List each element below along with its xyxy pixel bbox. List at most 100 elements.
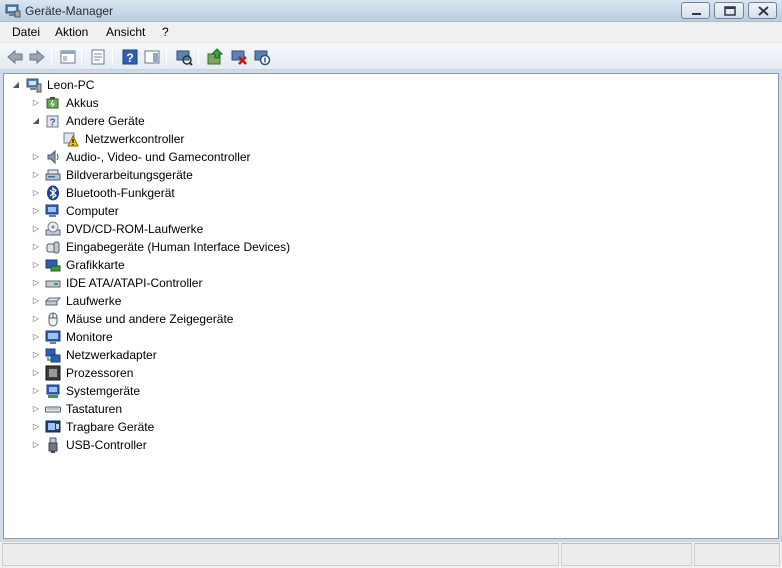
tree-item-eingabegeraete[interactable]: ▷ Eingabegeräte (Human Interface Devices…: [4, 238, 778, 256]
tree-item-ide[interactable]: ▷ IDE ATA/ATAPI-Controller: [4, 274, 778, 292]
tree-item-label: Grafikkarte: [66, 258, 125, 272]
tree-item-maeuse[interactable]: ▷ Mäuse und andere Zeigegeräte: [4, 310, 778, 328]
action-pane-icon[interactable]: [143, 48, 161, 66]
keyboard-icon: [45, 401, 61, 417]
forward-icon[interactable]: [28, 48, 46, 66]
tree-item-label: Bildverarbeitungsgeräte: [66, 168, 193, 182]
tree-item-label: Laufwerke: [66, 294, 122, 308]
tree-item-dvd[interactable]: ▷ DVD/CD-ROM-Laufwerke: [4, 220, 778, 238]
help-icon[interactable]: ?: [121, 48, 139, 66]
collapse-arrow-icon[interactable]: ◢: [11, 76, 21, 94]
expand-arrow-icon[interactable]: ▷: [31, 382, 41, 400]
tree-item-label: Systemgeräte: [66, 384, 141, 398]
close-button[interactable]: [748, 2, 777, 19]
tree-item-label: Prozessoren: [66, 366, 134, 380]
scanner-icon: [45, 167, 61, 183]
usb-icon: [45, 437, 61, 453]
expand-arrow-icon[interactable]: ▷: [31, 166, 41, 184]
mouse-icon: [45, 311, 61, 327]
back-icon[interactable]: [6, 48, 24, 66]
tree-item-label: Audio-, Video- und Gamecontroller: [66, 150, 251, 164]
tree-item-label: Bluetooth-Funkgerät: [66, 186, 175, 200]
tree-item-systemgeraete[interactable]: ▷ Systemgeräte: [4, 382, 778, 400]
properties-icon[interactable]: [89, 48, 107, 66]
tree-item-label: Akkus: [66, 96, 99, 110]
toolbar-separator: [81, 48, 82, 65]
tree-item-andere-geraete[interactable]: ◢ ? Andere Geräte: [4, 112, 778, 130]
system-device-icon: [45, 383, 61, 399]
expand-arrow-icon[interactable]: ▷: [31, 346, 41, 364]
tree-item-monitore[interactable]: ▷ Monitore: [4, 328, 778, 346]
expand-arrow-icon[interactable]: ▷: [31, 148, 41, 166]
computer-icon: [26, 77, 42, 93]
dvd-drive-icon: [45, 221, 61, 237]
tree-item-netzwerkcontroller[interactable]: Netzwerkcontroller: [4, 130, 778, 148]
expand-arrow-icon[interactable]: ▷: [31, 364, 41, 382]
collapse-arrow-icon[interactable]: ◢: [31, 112, 41, 130]
tree-item-label: Tastaturen: [66, 402, 123, 416]
expand-arrow-icon[interactable]: ▷: [31, 220, 41, 238]
toolbar-separator: [112, 48, 113, 65]
tree-item-audio[interactable]: ▷ Audio-, Video- und Gamecontroller: [4, 148, 778, 166]
expand-arrow-icon[interactable]: ▷: [31, 418, 41, 436]
expand-arrow-icon[interactable]: ▷: [31, 274, 41, 292]
monitor-icon: [45, 329, 61, 345]
menu-bar: Datei Aktion Ansicht ?: [0, 22, 782, 43]
tree-item-label: Computer: [66, 204, 119, 218]
toolbar-separator: [198, 48, 199, 65]
tree-item-label: Tragbare Geräte: [66, 420, 155, 434]
expand-arrow-icon[interactable]: ▷: [31, 94, 41, 112]
expand-arrow-icon[interactable]: ▷: [31, 292, 41, 310]
tree-item-label: Mäuse und andere Zeigegeräte: [66, 312, 234, 326]
expand-arrow-icon[interactable]: ▷: [31, 310, 41, 328]
tree-root-leon-pc[interactable]: ◢ Leon-PC: [4, 76, 778, 94]
tree-item-tragbare-geraete[interactable]: ▷ Tragbare Geräte: [4, 418, 778, 436]
tree-item-label: Netzwerkcontroller: [85, 132, 185, 146]
tree-item-tastaturen[interactable]: ▷ Tastaturen: [4, 400, 778, 418]
tree-item-netzwerkadapter[interactable]: ▷ Netzwerkadapter: [4, 346, 778, 364]
maximize-button[interactable]: [714, 2, 744, 19]
minimize-button[interactable]: [681, 2, 710, 19]
disable-icon[interactable]: [253, 48, 271, 66]
menu-ansicht[interactable]: Ansicht: [106, 25, 145, 39]
disk-drive-icon: [44, 293, 62, 309]
device-tree[interactable]: ◢ Leon-PC ▷ Akkus ◢ ? Andere Geräte Netz…: [3, 73, 779, 539]
unknown-device-icon: ?: [45, 113, 61, 129]
uninstall-icon[interactable]: [230, 48, 248, 66]
menu-help[interactable]: ?: [162, 25, 169, 39]
tree-item-akkus[interactable]: ▷ Akkus: [4, 94, 778, 112]
expand-arrow-icon[interactable]: ▷: [31, 256, 41, 274]
tree-item-grafikkarte[interactable]: ▷ Grafikkarte: [4, 256, 778, 274]
expand-arrow-icon[interactable]: ▷: [31, 436, 41, 454]
hid-icon: [45, 239, 61, 255]
menu-aktion[interactable]: Aktion: [55, 25, 88, 39]
battery-icon: [45, 95, 61, 111]
portable-device-icon: [45, 419, 61, 435]
status-pane-main: [2, 543, 559, 566]
bluetooth-icon: [45, 185, 61, 201]
speaker-icon: [45, 149, 61, 165]
menu-datei[interactable]: Datei: [12, 25, 40, 39]
tree-root-label: Leon-PC: [47, 78, 95, 92]
title-bar[interactable]: Geräte-Manager: [0, 0, 782, 22]
tree-item-bildverarbeitung[interactable]: ▷ Bildverarbeitungsgeräte: [4, 166, 778, 184]
tree-item-computer[interactable]: ▷ Computer: [4, 202, 778, 220]
tree-item-prozessoren[interactable]: ▷ Prozessoren: [4, 364, 778, 382]
tree-item-label: Netzwerkadapter: [66, 348, 157, 362]
console-tree-icon[interactable]: [59, 48, 77, 66]
tree-item-laufwerke[interactable]: ▷ Laufwerke: [4, 292, 778, 310]
expand-arrow-icon[interactable]: ▷: [31, 238, 41, 256]
expand-arrow-icon[interactable]: ▷: [31, 202, 41, 220]
update-driver-icon[interactable]: [206, 48, 224, 66]
computer-icon: [45, 203, 61, 219]
device-manager-icon: [5, 4, 21, 18]
tree-item-label: USB-Controller: [66, 438, 147, 452]
tree-item-label: Andere Geräte: [66, 114, 145, 128]
expand-arrow-icon[interactable]: ▷: [31, 328, 41, 346]
scan-hardware-icon[interactable]: [175, 48, 193, 66]
tree-item-label: Eingabegeräte (Human Interface Devices): [66, 240, 291, 254]
expand-arrow-icon[interactable]: ▷: [31, 184, 41, 202]
tree-item-bluetooth[interactable]: ▷ Bluetooth-Funkgerät: [4, 184, 778, 202]
tree-item-usb-controller[interactable]: ▷ USB-Controller: [4, 436, 778, 454]
expand-arrow-icon[interactable]: ▷: [31, 400, 41, 418]
